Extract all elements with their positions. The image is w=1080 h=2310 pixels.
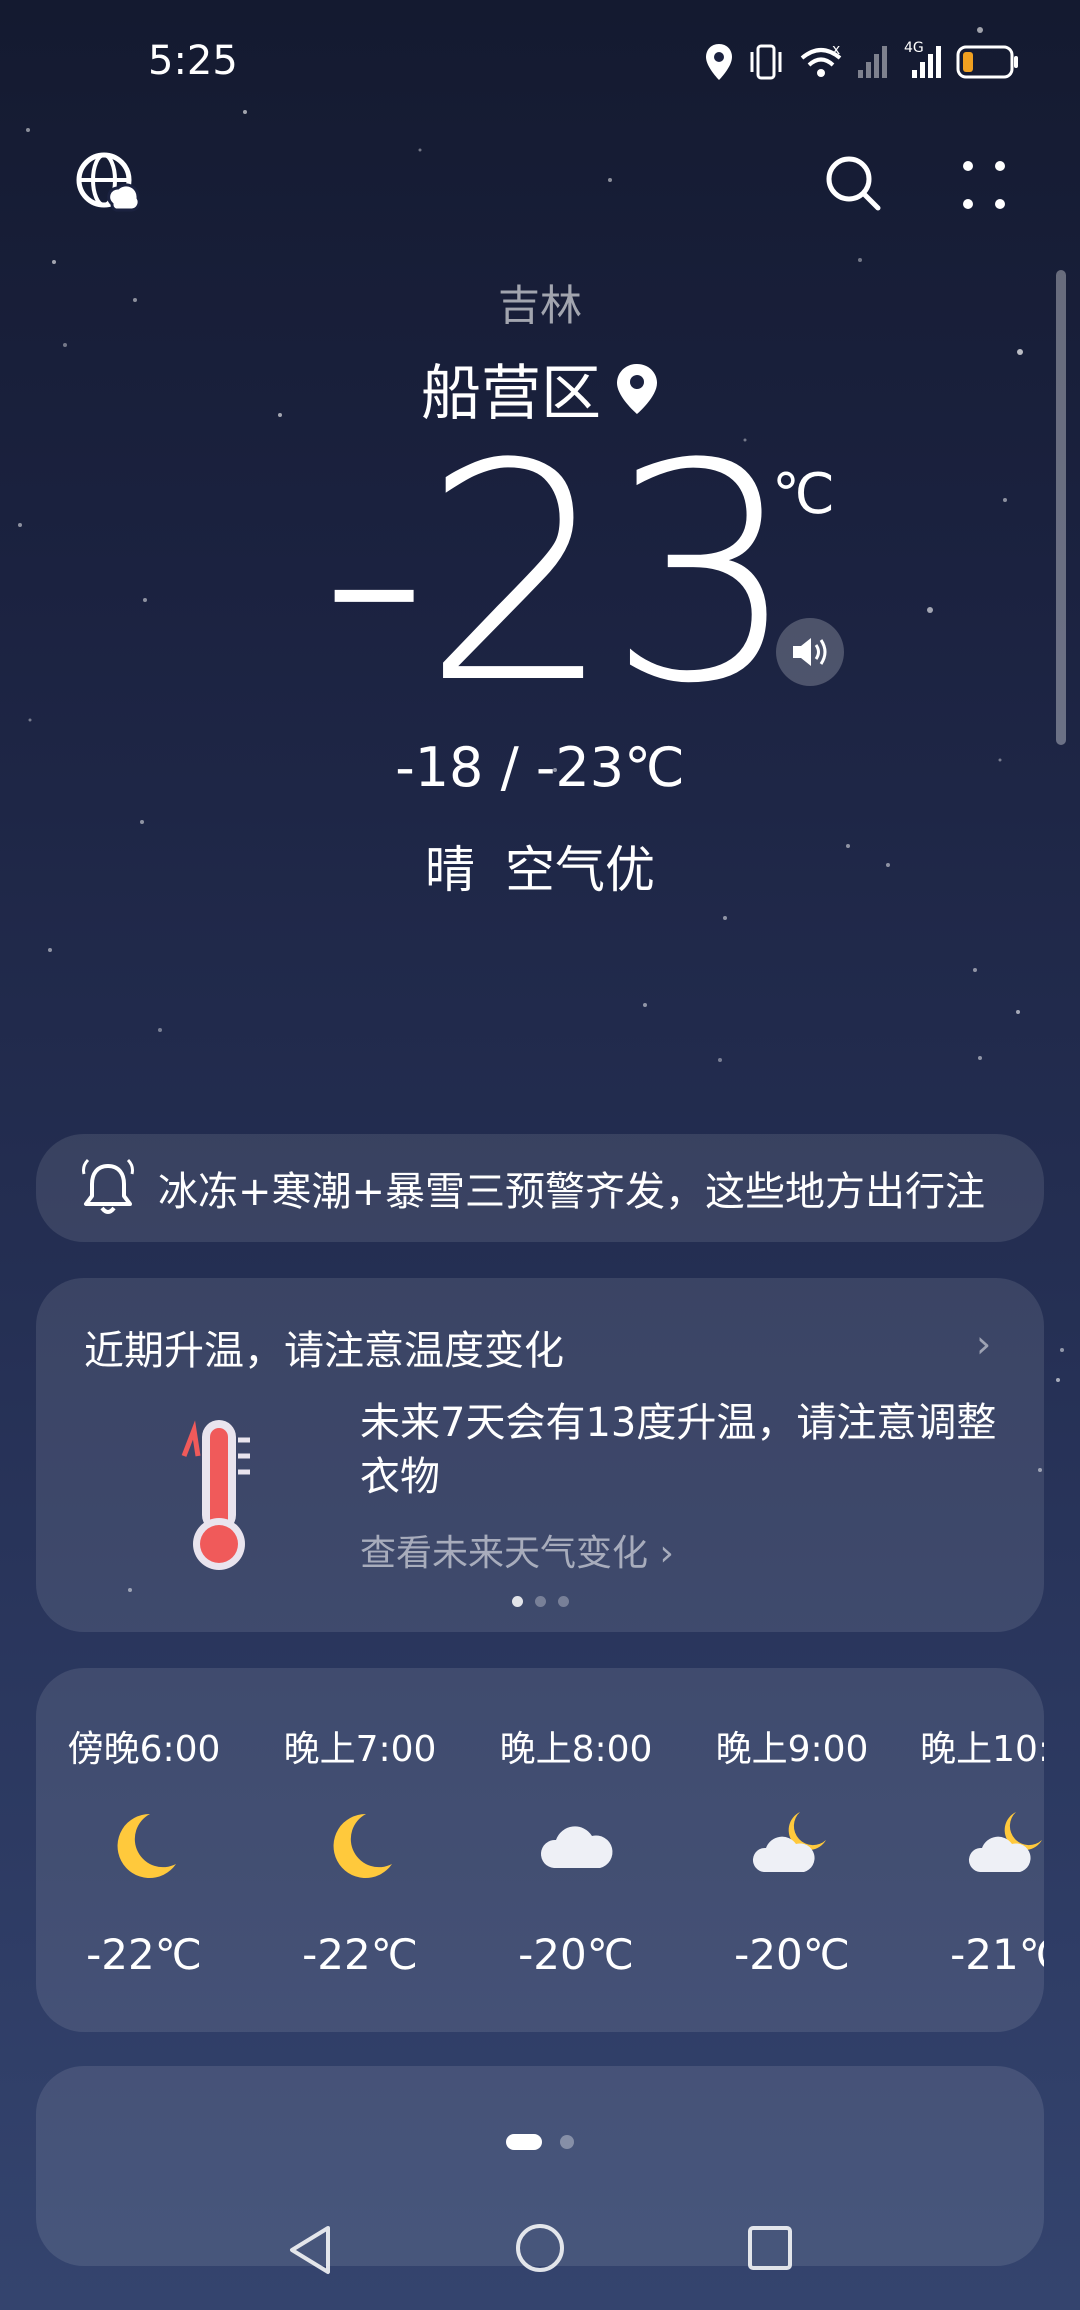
carousel-dots	[36, 1596, 1044, 1607]
hour-time: 傍晚6:00	[67, 1729, 221, 1770]
moon-icon	[333, 1813, 392, 1878]
hour-time: 晚上10:00	[920, 1729, 1044, 1770]
hour-temp: -20℃	[518, 1930, 634, 1979]
temperature-unit: ℃	[772, 462, 835, 527]
trend-card-title: 近期升温，请注意温度变化	[84, 1328, 564, 1374]
alert-text: 冰冻+寒潮+暴雪三预警齐发，这些地方出行注	[158, 1169, 986, 1215]
condition-row: 晴 空气优	[0, 830, 1080, 902]
thermometer-icon	[181, 1420, 250, 1570]
trend-description: 未来7天会有13度升温，请注意调整衣物	[360, 1400, 997, 1500]
nav-back-icon[interactable]	[286, 2224, 334, 2276]
nav-recent-icon[interactable]	[746, 2224, 794, 2272]
scroll-indicator[interactable]	[1056, 270, 1066, 745]
cloud-icon	[540, 1826, 613, 1868]
hour-time: 晚上8:00	[499, 1729, 653, 1770]
alert-banner[interactable]: 冰冻+寒潮+暴雪三预警齐发，这些地方出行注	[36, 1134, 1044, 1242]
signal-icon	[858, 46, 887, 78]
more-icon[interactable]	[960, 158, 1008, 212]
moon-cloud-icon	[968, 1812, 1042, 1872]
bell-alert-icon	[82, 1158, 134, 1214]
page-dot[interactable]	[560, 2135, 574, 2149]
chevron-right-icon[interactable]: ›	[976, 1322, 991, 1366]
hour-time: 晚上7:00	[283, 1729, 437, 1770]
hour-temp: -22℃	[302, 1930, 418, 1979]
hour-time: 晚上9:00	[715, 1729, 869, 1770]
carousel-dot	[557, 1596, 569, 1607]
carousel-dot	[511, 1596, 523, 1607]
page-dot-active[interactable]	[506, 2134, 542, 2150]
air-quality[interactable]: 空气优	[505, 830, 655, 902]
wifi-icon: x	[800, 42, 842, 77]
current-temperature: -23	[320, 400, 798, 749]
status-icons: x 4G	[704, 38, 1020, 86]
battery-low-icon	[956, 45, 1018, 79]
moon-icon	[117, 1813, 176, 1878]
view-future-weather-label: 查看未来天气变化	[360, 1533, 649, 1574]
status-time: 5:25	[148, 38, 238, 84]
hour-temp: -22℃	[86, 1930, 202, 1979]
weather-condition: 晴	[425, 841, 475, 899]
temperature-trend-card[interactable]: 近期升温，请注意温度变化 › 未来7天会有13度升温，请注意调整衣物 查看未来天…	[36, 1278, 1044, 1632]
search-icon[interactable]	[824, 154, 884, 214]
carousel-dot	[534, 1596, 546, 1607]
temperature-range: -18 / -23℃	[395, 736, 685, 799]
hour-temp: -20℃	[734, 1930, 850, 1979]
speaker-button[interactable]	[776, 618, 844, 686]
moon-cloud-icon	[752, 1812, 826, 1872]
hourly-forecast[interactable]: 傍晚6:00 -22℃ 晚上7:00 -22℃ 晚上8:00 -20℃ 晚上9:…	[36, 1668, 1044, 2032]
globe-weather-icon[interactable]	[74, 150, 140, 216]
svg-text:x: x	[832, 42, 840, 58]
hour-temp: -21℃	[950, 1930, 1044, 1979]
vibrate-icon	[750, 44, 782, 80]
nav-home-icon[interactable]	[514, 2222, 566, 2274]
speaker-icon	[793, 638, 827, 666]
signal-4g-icon: 4G	[904, 40, 944, 82]
view-future-weather-link[interactable]: 查看未来天气变化 ›	[360, 1524, 674, 1576]
province-label: 吉林	[497, 281, 582, 330]
page-indicator[interactable]	[0, 2134, 1080, 2150]
location-icon	[706, 44, 732, 80]
